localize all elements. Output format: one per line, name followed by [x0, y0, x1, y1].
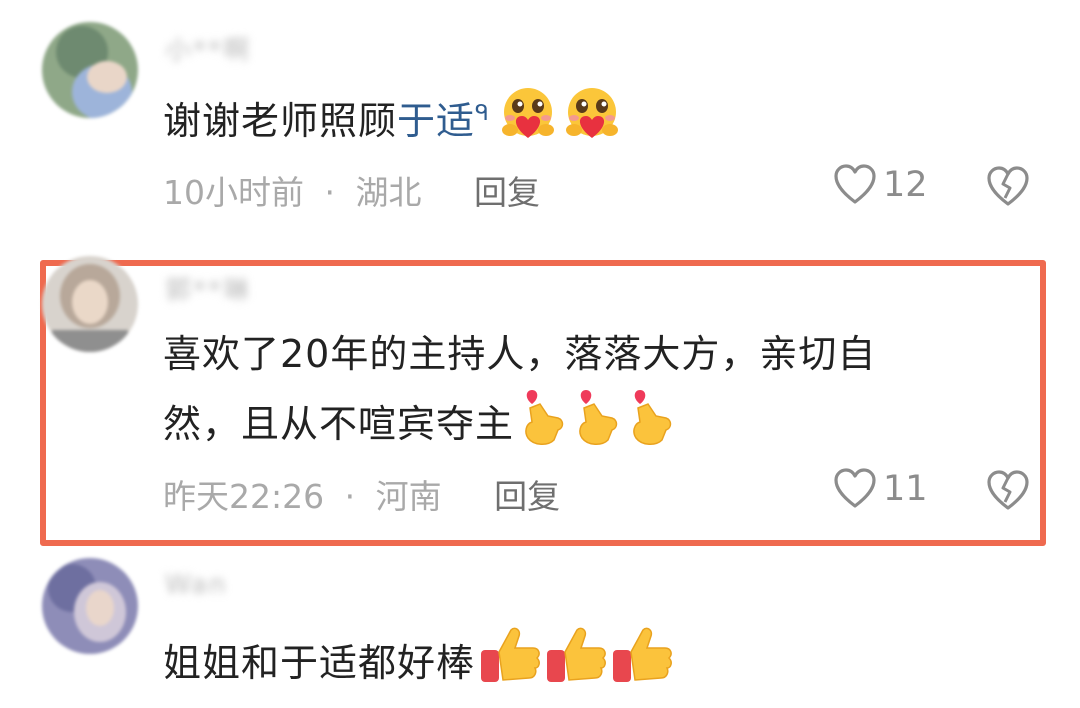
timestamp: 昨天22:26: [163, 477, 325, 516]
comment-text: 谢谢老师照顾于适ᑫ: [163, 86, 622, 161]
finger-heart-emoji: [626, 386, 676, 467]
username[interactable]: 郭**琳: [165, 270, 251, 307]
heart-hug-emoji: [498, 86, 558, 161]
comment-text-plain: 姐姐和于适都好棒: [163, 641, 476, 685]
dislike-button[interactable]: [985, 470, 1031, 516]
username[interactable]: 小**啊: [165, 30, 251, 67]
separator: ·: [324, 173, 336, 212]
heart-hug-emoji: [562, 86, 622, 161]
comment-text-plain: 谢谢老师照顾: [163, 99, 398, 143]
comment-text-line2-wrap: 然，且从不喧宾夺主: [163, 386, 876, 467]
reply-button[interactable]: 回复: [474, 173, 540, 212]
finger-heart-emoji: [518, 386, 568, 467]
heart-outline-icon: [834, 164, 876, 204]
thumbs-up-emoji: [611, 626, 673, 705]
comment-text-line2: 然，且从不喧宾夺主: [163, 402, 515, 446]
comment-text: 喜欢了20年的主持人，落落大方，亲切自 然，且从不喧宾夺主: [163, 322, 876, 467]
like-count: 12: [883, 165, 928, 205]
username[interactable]: Wan: [165, 570, 227, 600]
comment-text-line1: 喜欢了20年的主持人，落落大方，亲切自: [163, 332, 877, 376]
like-button[interactable]: 12: [833, 164, 928, 206]
avatar[interactable]: [42, 558, 138, 654]
like-count: 11: [883, 469, 928, 509]
dislike-button[interactable]: [985, 166, 1031, 212]
broken-heart-icon: [987, 470, 1029, 510]
broken-heart-icon: [987, 166, 1029, 206]
comment-text: 姐姐和于适都好棒: [163, 626, 673, 705]
reply-button[interactable]: 回复: [494, 477, 560, 516]
like-button[interactable]: 11: [833, 468, 928, 510]
location: 湖北: [355, 173, 422, 212]
avatar[interactable]: [42, 22, 138, 118]
heart-outline-icon: [834, 468, 876, 508]
avatar[interactable]: [42, 256, 138, 352]
separator: ·: [344, 477, 356, 516]
comment-meta: 昨天22:26 · 河南 回复: [163, 470, 560, 518]
topic-link[interactable]: 于适: [397, 99, 475, 143]
thumbs-up-emoji: [545, 626, 607, 705]
search-icon[interactable]: ᑫ: [475, 101, 490, 126]
thumbs-up-emoji: [479, 626, 541, 705]
location: 河南: [375, 477, 442, 516]
comment-meta: 10小时前 · 湖北 回复: [163, 166, 540, 214]
finger-heart-emoji: [572, 386, 622, 467]
timestamp: 10小时前: [163, 173, 304, 212]
